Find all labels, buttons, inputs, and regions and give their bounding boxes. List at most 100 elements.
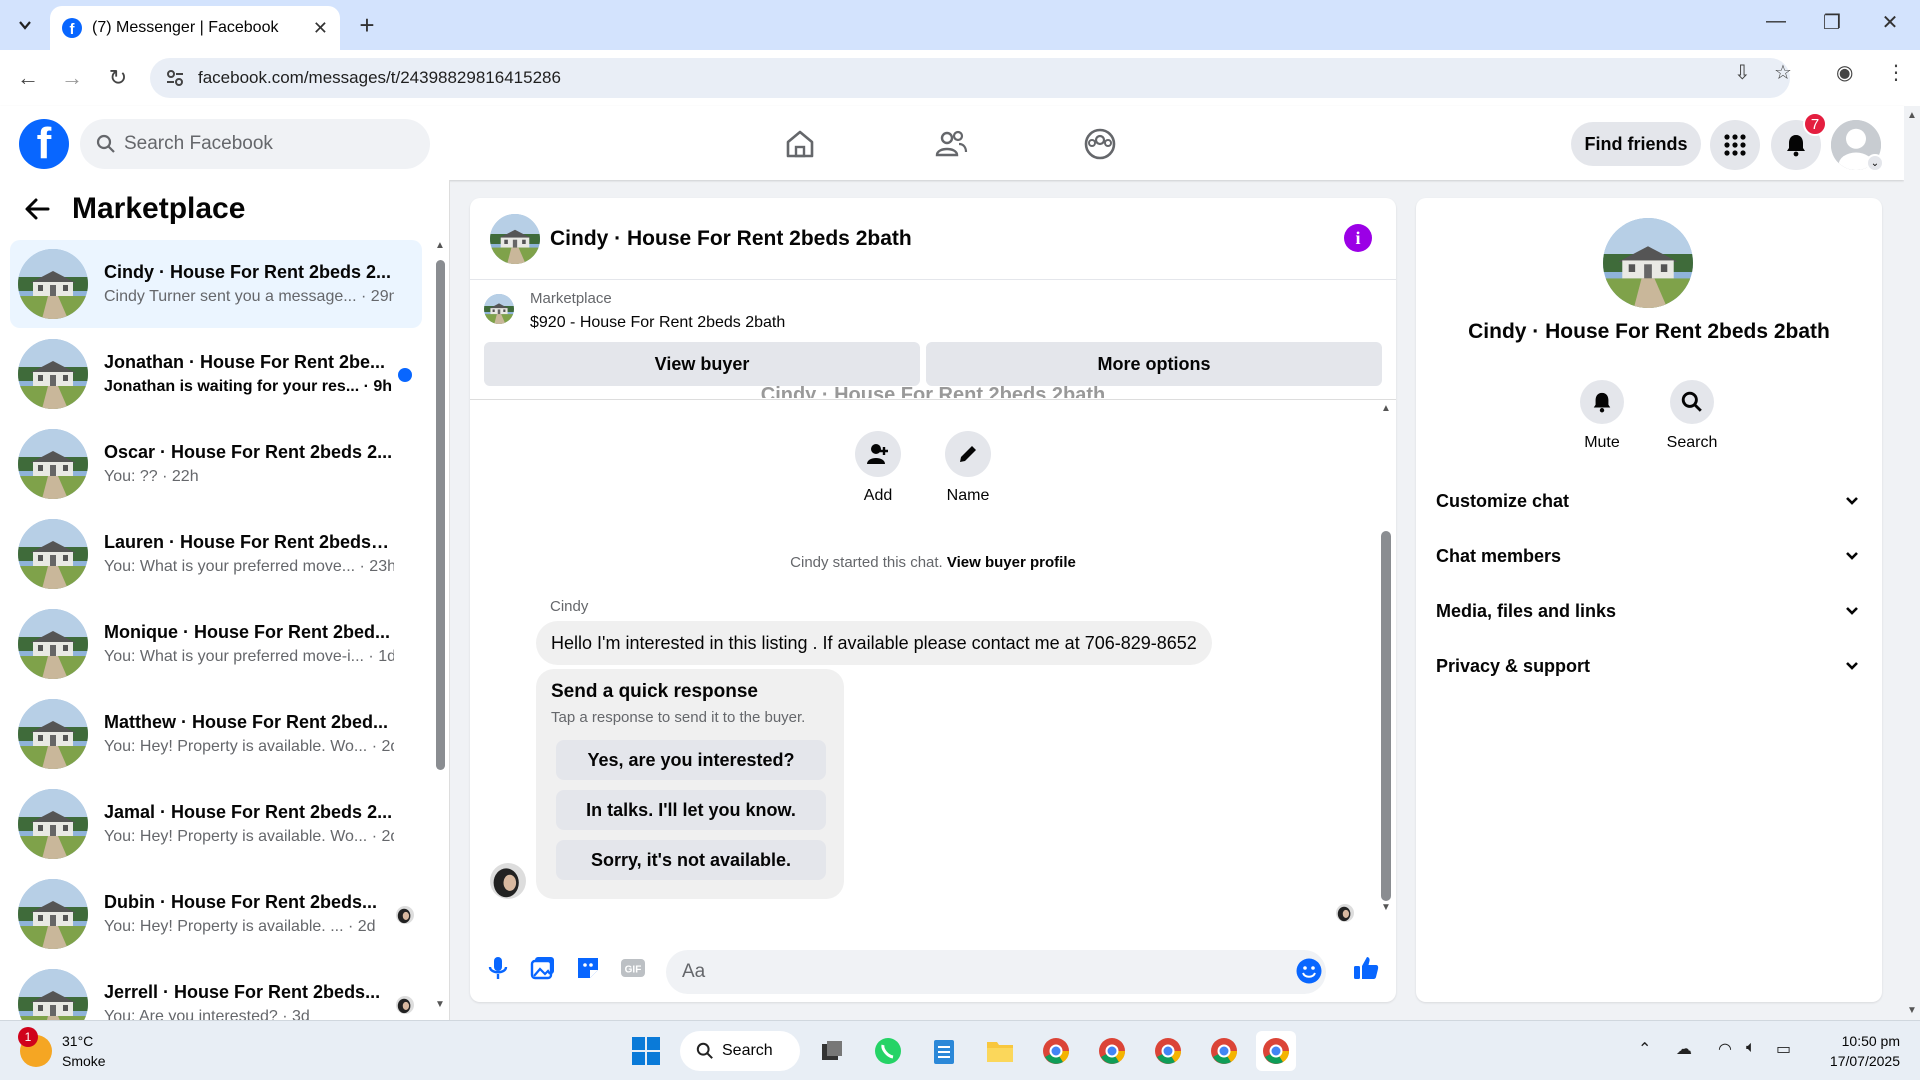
chat-members-section[interactable]: Chat members bbox=[1436, 536, 1862, 576]
weather-condition: Smoke bbox=[62, 1053, 106, 1069]
task-view-icon[interactable] bbox=[812, 1031, 852, 1071]
conversation-name: Dubin · House For Rent 2beds... bbox=[104, 892, 378, 912]
conversation-sidebar: Marketplace Cindy · House For Rent 2beds… bbox=[0, 180, 450, 1020]
sender-avatar[interactable] bbox=[490, 863, 526, 899]
address-bar[interactable]: facebook.com/messages/t/2439882981641528… bbox=[150, 58, 1790, 98]
system-clock[interactable]: 10:50 pm 17/07/2025 bbox=[1800, 1031, 1900, 1071]
chrome-icon[interactable] bbox=[1148, 1031, 1188, 1071]
conversation-avatar bbox=[18, 879, 88, 949]
onedrive-icon[interactable]: ☁ bbox=[1676, 1039, 1692, 1059]
facebook-logo-icon[interactable]: f bbox=[19, 119, 69, 169]
groups-icon[interactable] bbox=[1080, 124, 1120, 164]
sticker-icon[interactable] bbox=[574, 954, 602, 982]
browser-menu-icon[interactable]: ⋮ bbox=[1886, 60, 1906, 85]
find-friends-button[interactable]: Find friends bbox=[1571, 122, 1701, 166]
quick-response-button[interactable]: In talks. I'll let you know. bbox=[556, 790, 826, 830]
view-buyer-profile-link[interactable]: View buyer profile bbox=[947, 554, 1076, 571]
chat-avatar[interactable] bbox=[490, 214, 540, 264]
add-member-button[interactable]: Add bbox=[838, 431, 918, 505]
facebook-search-input[interactable]: Search Facebook bbox=[80, 119, 430, 169]
search-conversation-button[interactable]: Search bbox=[1652, 380, 1732, 452]
gif-icon[interactable]: GIF bbox=[619, 954, 647, 982]
taskbar-search[interactable]: Search bbox=[680, 1031, 800, 1071]
mute-button[interactable]: Mute bbox=[1562, 380, 1642, 452]
wifi-icon[interactable]: ◠ bbox=[1718, 1039, 1732, 1059]
site-settings-icon[interactable] bbox=[164, 67, 186, 89]
preview-text: Jonathan is waiting for your res... bbox=[104, 378, 360, 395]
volume-icon[interactable]: 🔈︎ bbox=[1746, 1039, 1756, 1057]
more-options-button[interactable]: More options bbox=[926, 342, 1382, 386]
scrollbar-thumb[interactable] bbox=[1381, 531, 1391, 901]
preview-text: You: Are you interested? bbox=[104, 1008, 278, 1020]
start-button[interactable] bbox=[626, 1031, 666, 1071]
quick-response-subtitle: Tap a response to send it to the buyer. bbox=[551, 709, 806, 726]
quick-response-title: Send a quick response bbox=[551, 681, 758, 702]
show-hidden-icons[interactable]: ⌃ bbox=[1638, 1039, 1651, 1059]
scrollbar-thumb[interactable] bbox=[436, 260, 445, 770]
home-icon[interactable] bbox=[780, 124, 820, 164]
install-app-icon[interactable]: ⇩ bbox=[1734, 60, 1751, 85]
conversation-avatar[interactable] bbox=[1603, 218, 1693, 308]
photo-icon[interactable] bbox=[529, 954, 557, 982]
conversation-item[interactable]: Jamal · House For Rent 2beds 2... You: He… bbox=[10, 780, 422, 868]
conversation-time: 3d bbox=[291, 1008, 310, 1020]
reload-button[interactable]: ↻ bbox=[102, 62, 134, 94]
view-buyer-button[interactable]: View buyer bbox=[484, 342, 920, 386]
facebook-favicon-icon: f bbox=[62, 18, 82, 38]
customize-chat-section[interactable]: Customize chat bbox=[1436, 481, 1862, 521]
menu-button[interactable] bbox=[1710, 120, 1760, 170]
info-icon[interactable]: i bbox=[1344, 224, 1372, 252]
battery-icon[interactable]: ▭ bbox=[1776, 1039, 1791, 1059]
restore-button[interactable]: ❐ bbox=[1812, 10, 1852, 35]
chrome-icon[interactable] bbox=[1036, 1031, 1076, 1071]
conversation-avatar bbox=[18, 789, 88, 859]
search-placeholder: Search Facebook bbox=[124, 133, 273, 154]
chrome-icon[interactable] bbox=[1092, 1031, 1132, 1071]
microphone-icon[interactable] bbox=[484, 954, 512, 982]
weather-widget[interactable]: 1 31°C Smoke bbox=[18, 1027, 106, 1071]
profile-icon[interactable]: ◉ bbox=[1836, 60, 1853, 85]
chrome-icon[interactable] bbox=[1204, 1031, 1244, 1071]
conversation-name: Oscar · House For Rent 2beds 2... bbox=[104, 442, 393, 462]
chat-title[interactable]: Cindy · House For Rent 2beds 2bath bbox=[550, 227, 912, 251]
name-chat-button[interactable]: Name bbox=[928, 431, 1008, 505]
emoji-icon[interactable] bbox=[1296, 958, 1322, 984]
forward-button[interactable]: → bbox=[56, 62, 88, 94]
page-scrollbar[interactable]: ▲ ▼ bbox=[1904, 106, 1920, 1020]
browser-tab[interactable]: f (7) Messenger | Facebook ✕ bbox=[50, 6, 340, 50]
thumbs-up-icon[interactable] bbox=[1352, 954, 1380, 982]
message-input[interactable]: Aa bbox=[666, 950, 1326, 994]
conversation-item[interactable]: Jerrell · House For Rent 2beds... You: Ar… bbox=[10, 960, 422, 1020]
sidebar-scrollbar[interactable]: ▲ ▼ bbox=[434, 240, 446, 1010]
conversation-item[interactable]: Dubin · House For Rent 2beds... You: Hey!… bbox=[10, 870, 422, 958]
conversation-item[interactable]: Jonathan · House For Rent 2be... Jonathan… bbox=[10, 330, 422, 418]
conversation-item[interactable]: Oscar · House For Rent 2beds 2... You: ??… bbox=[10, 420, 422, 508]
file-explorer-icon[interactable] bbox=[980, 1031, 1020, 1071]
notepad-icon[interactable] bbox=[924, 1031, 964, 1071]
minimize-button[interactable]: — bbox=[1756, 10, 1796, 33]
close-tab-icon[interactable]: ✕ bbox=[313, 18, 328, 39]
message-bubble[interactable]: Hello I'm interested in this listing . I… bbox=[536, 621, 1212, 665]
new-tab-button[interactable]: + bbox=[352, 10, 382, 40]
back-button[interactable]: ← bbox=[12, 62, 44, 94]
bookmark-star-icon[interactable]: ☆ bbox=[1774, 60, 1792, 85]
friends-icon[interactable] bbox=[931, 124, 971, 164]
privacy-support-section[interactable]: Privacy & support bbox=[1436, 646, 1862, 686]
conversation-item[interactable]: Lauren · House For Rent 2beds 2... You: W… bbox=[10, 510, 422, 598]
conversation-info-panel: Cindy · House For Rent 2beds 2bath Mute … bbox=[1416, 198, 1882, 1002]
conversation-item[interactable]: Matthew · House For Rent 2bed... You: Hey… bbox=[10, 690, 422, 778]
listing-thumbnail bbox=[484, 294, 514, 324]
back-arrow-icon[interactable] bbox=[24, 197, 50, 221]
tab-search-button[interactable] bbox=[8, 9, 42, 41]
conversation-item[interactable]: Monique · House For Rent 2bed... You: Wha… bbox=[10, 600, 422, 688]
media-files-links-section[interactable]: Media, files and links bbox=[1436, 591, 1862, 631]
chevron-down-icon[interactable]: ⌄ bbox=[1866, 154, 1884, 172]
whatsapp-icon[interactable] bbox=[868, 1031, 908, 1071]
conversation-item[interactable]: Cindy · House For Rent 2beds 2... Cindy T… bbox=[10, 240, 422, 328]
quick-response-button[interactable]: Sorry, it's not available. bbox=[556, 840, 826, 880]
chat-scrollbar[interactable]: ▲ ▼ bbox=[1379, 403, 1393, 913]
quick-response-button[interactable]: Yes, are you interested? bbox=[556, 740, 826, 780]
conversation-avatar bbox=[18, 699, 88, 769]
chrome-icon-active[interactable] bbox=[1256, 1031, 1296, 1071]
close-window-button[interactable]: ✕ bbox=[1870, 10, 1910, 35]
